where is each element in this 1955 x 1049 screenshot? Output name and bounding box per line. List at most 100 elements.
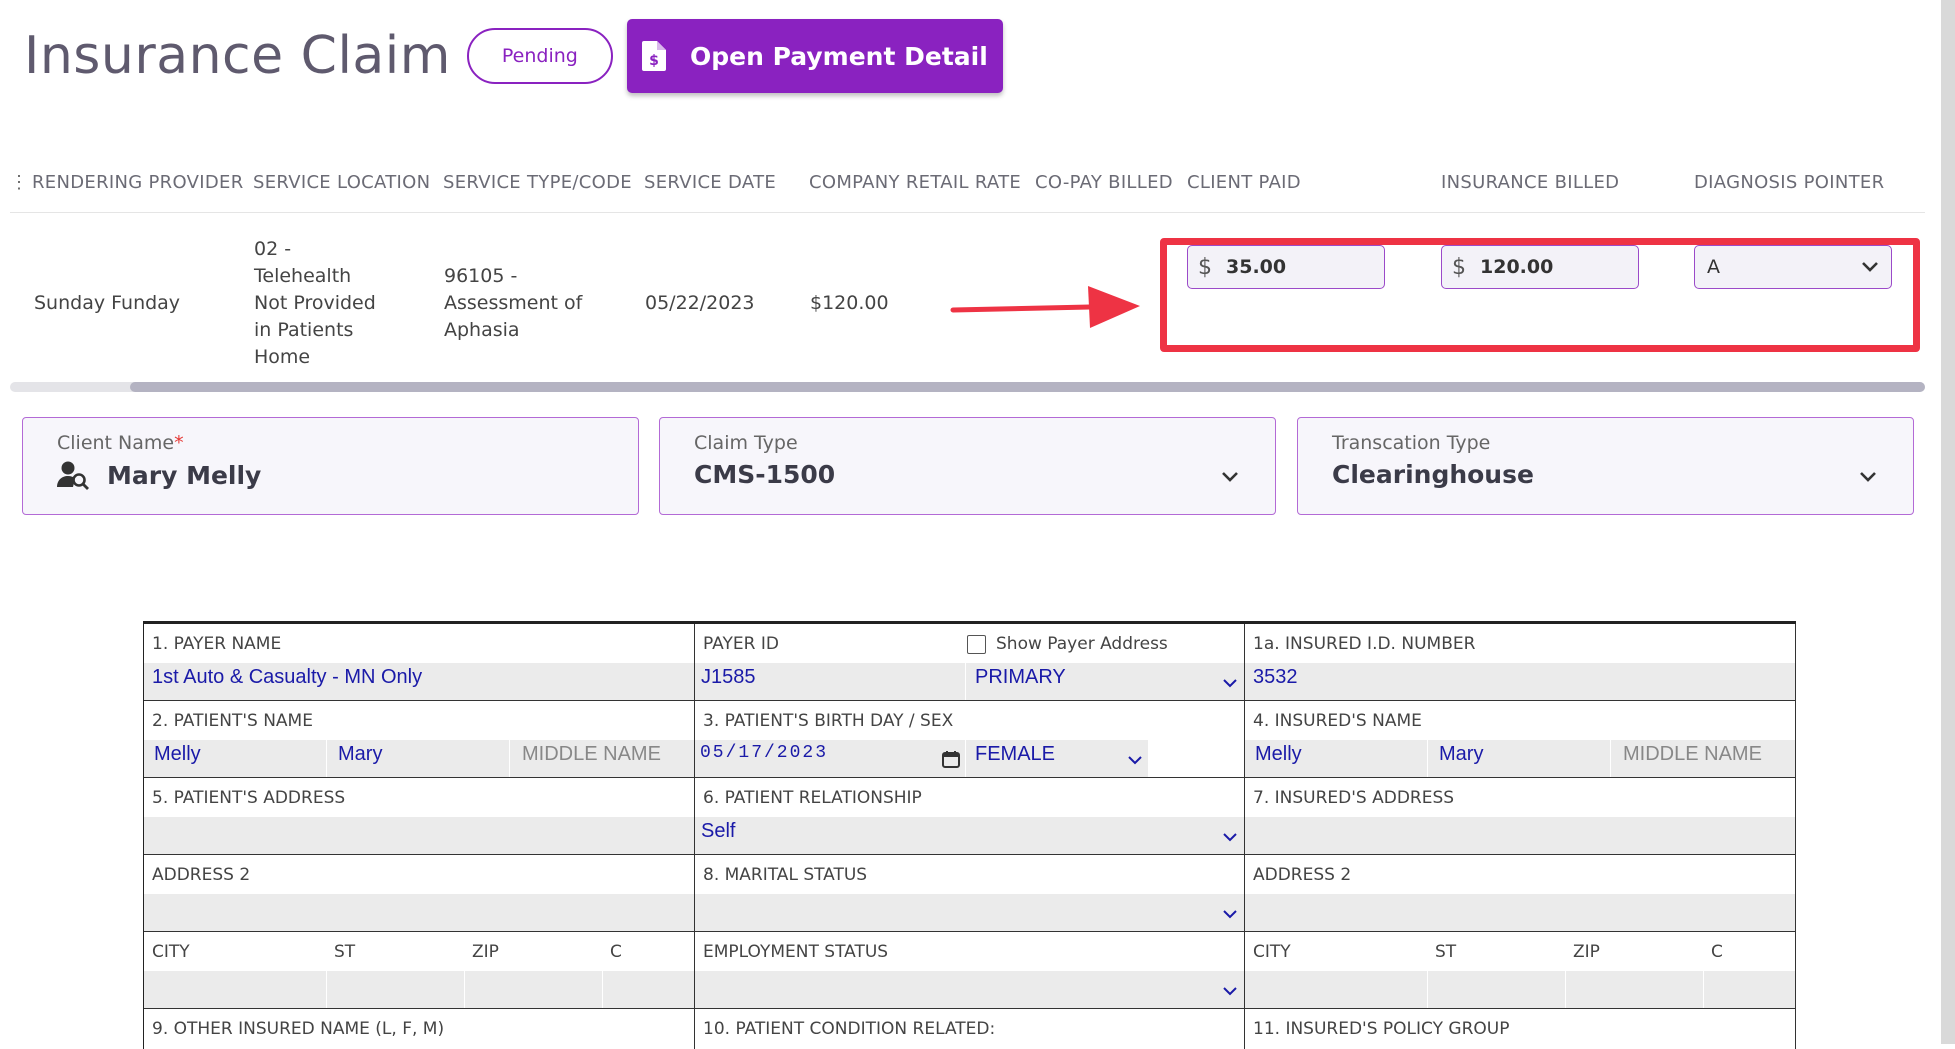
service-type-cell: 96105 - Assessment of Aphasia bbox=[444, 263, 582, 344]
payer-name-cell: 1. PAYER NAME 1st Auto & Casualty - MN O… bbox=[144, 624, 694, 700]
horizontal-scrollbar[interactable] bbox=[10, 382, 1925, 392]
insured-middle-name-input[interactable]: MIDDLE NAME bbox=[1623, 743, 1762, 766]
highlight-box bbox=[1160, 238, 1920, 352]
insured-first-name-input[interactable]: Mary bbox=[1439, 743, 1483, 766]
patient-middle-name-input[interactable]: MIDDLE NAME bbox=[522, 743, 661, 766]
insured-id-cell: 1a. INSURED I.D. NUMBER 3532 bbox=[1245, 624, 1795, 700]
client-name-value: Mary Melly bbox=[107, 460, 262, 490]
relationship-label: 6. PATIENT RELATIONSHIP bbox=[703, 788, 922, 808]
chevron-down-icon bbox=[1859, 468, 1877, 487]
birth-sex-label: 3. PATIENT'S BIRTH DAY / SEX bbox=[703, 711, 954, 731]
form-row: 2. PATIENT'S NAME Melly Mary MIDDLE NAME… bbox=[144, 701, 1796, 778]
form-row: 5. PATIENT'S ADDRESS 6. PATIENT RELATION… bbox=[144, 778, 1796, 855]
column-drag-handle-icon[interactable]: ⋮ bbox=[10, 172, 28, 193]
patient-last-name-input[interactable]: Melly bbox=[154, 743, 201, 766]
service-location-line: Not Provided bbox=[254, 292, 376, 314]
c-label: C bbox=[610, 942, 622, 962]
insured-name-inputs: Melly Mary MIDDLE NAME bbox=[1245, 740, 1795, 777]
sub-divider bbox=[326, 971, 327, 1008]
birth-sex-inputs: 05/17/2023 FEMALE bbox=[695, 740, 1148, 777]
sub-divider bbox=[602, 971, 603, 1008]
birth-date-input[interactable]: 05/17/2023 bbox=[700, 743, 828, 763]
payer-id-input[interactable]: J1585 PRIMARY bbox=[695, 663, 1244, 700]
user-search-icon bbox=[57, 460, 89, 490]
insured-id-input[interactable]: 3532 bbox=[1245, 663, 1795, 700]
address2-left-input[interactable] bbox=[144, 894, 694, 931]
city-label: CITY bbox=[152, 942, 190, 962]
service-date-cell: 05/22/2023 bbox=[645, 292, 755, 314]
condition-related-label: 10. PATIENT CONDITION RELATED: bbox=[703, 1019, 996, 1039]
claim-type-select[interactable]: Claim Type CMS-1500 bbox=[659, 417, 1276, 515]
sub-divider bbox=[464, 971, 465, 1008]
payer-name-value: 1st Auto & Casualty - MN Only bbox=[152, 666, 423, 688]
form-row: 1. PAYER NAME 1st Auto & Casualty - MN O… bbox=[144, 624, 1796, 701]
chevron-down-icon bbox=[1221, 468, 1239, 487]
payer-name-input[interactable]: 1st Auto & Casualty - MN Only bbox=[144, 663, 694, 700]
marital-status-select[interactable] bbox=[695, 894, 1244, 931]
patient-address-input[interactable] bbox=[144, 817, 694, 854]
claim-type-label: Claim Type bbox=[694, 432, 798, 454]
policy-group-label: 11. INSURED'S POLICY GROUP bbox=[1253, 1019, 1510, 1039]
zip-label: ZIP bbox=[472, 942, 499, 962]
other-insured-label: 9. OTHER INSURED NAME (L, F, M) bbox=[152, 1019, 445, 1039]
city-st-zip-inputs[interactable] bbox=[1245, 971, 1795, 1008]
employment-status-select[interactable] bbox=[695, 971, 1244, 1008]
show-payer-address-checkbox[interactable]: Show Payer Address bbox=[967, 634, 1168, 654]
zip-label: ZIP bbox=[1573, 942, 1600, 962]
transaction-type-value: Clearinghouse bbox=[1332, 460, 1534, 489]
payer-priority-select[interactable]: PRIMARY bbox=[975, 666, 1066, 689]
checkbox-icon[interactable] bbox=[967, 634, 986, 654]
claim-type-value: CMS-1500 bbox=[694, 460, 836, 489]
vertical-scrollbar[interactable] bbox=[1941, 0, 1955, 1044]
client-name-field[interactable]: Client Name* Mary Melly bbox=[22, 417, 639, 515]
city-left-cell: CITY ST ZIP C bbox=[144, 932, 694, 1008]
address2-label: ADDRESS 2 bbox=[1253, 865, 1352, 885]
sex-select[interactable]: FEMALE bbox=[975, 743, 1055, 766]
address2-right-cell: ADDRESS 2 bbox=[1245, 855, 1795, 931]
policy-group-cell: 11. INSURED'S POLICY GROUP bbox=[1245, 1009, 1795, 1049]
form-row: 9. OTHER INSURED NAME (L, F, M) 10. PATI… bbox=[144, 1009, 1796, 1049]
sub-divider bbox=[965, 663, 966, 700]
chevron-down-icon bbox=[1223, 906, 1237, 924]
col-copay-billed[interactable]: CO-PAY BILLED bbox=[1035, 172, 1173, 193]
sub-divider bbox=[509, 740, 510, 777]
col-insurance-billed[interactable]: INSURANCE BILLED bbox=[1441, 172, 1619, 193]
relationship-select[interactable]: Self bbox=[695, 817, 1244, 854]
col-diagnosis-pointer[interactable]: DIAGNOSIS POINTER bbox=[1694, 172, 1884, 193]
address2-left-cell: ADDRESS 2 bbox=[144, 855, 694, 931]
c-label: C bbox=[1711, 942, 1723, 962]
patient-name-cell: 2. PATIENT'S NAME Melly Mary MIDDLE NAME bbox=[144, 701, 694, 777]
service-location-cell: 02 - Telehealth Not Provided in Patients… bbox=[254, 236, 376, 371]
open-payment-detail-button[interactable]: $ Open Payment Detail bbox=[626, 19, 1003, 93]
sub-divider bbox=[1427, 740, 1428, 777]
condition-related-cell: 10. PATIENT CONDITION RELATED: bbox=[695, 1009, 1244, 1049]
city-st-zip-inputs[interactable] bbox=[144, 971, 694, 1008]
scrollbar-thumb[interactable] bbox=[130, 382, 1925, 392]
insured-name-cell: 4. INSURED'S NAME Melly Mary MIDDLE NAME bbox=[1245, 701, 1795, 777]
chevron-down-icon bbox=[1128, 752, 1142, 770]
rendering-provider-cell: Sunday Funday bbox=[34, 292, 181, 314]
transaction-type-select[interactable]: Transcation Type Clearinghouse bbox=[1297, 417, 1914, 515]
col-service-location[interactable]: SERVICE LOCATION bbox=[253, 172, 430, 193]
relationship-cell: 6. PATIENT RELATIONSHIP Self bbox=[695, 778, 1244, 854]
col-service-type[interactable]: SERVICE TYPE/CODE bbox=[443, 172, 632, 193]
patient-first-name-input[interactable]: Mary bbox=[338, 743, 382, 766]
insured-last-name-input[interactable]: Melly bbox=[1255, 743, 1302, 766]
col-service-date[interactable]: SERVICE DATE bbox=[644, 172, 776, 193]
insured-address-input[interactable] bbox=[1245, 817, 1795, 854]
annotation-arrow-icon bbox=[950, 282, 1142, 337]
service-type-line: Assessment of bbox=[444, 292, 583, 314]
col-client-paid[interactable]: CLIENT PAID bbox=[1187, 172, 1301, 193]
service-type-line: Aphasia bbox=[444, 319, 520, 341]
transaction-type-label: Transcation Type bbox=[1332, 432, 1491, 454]
sub-divider bbox=[1565, 971, 1566, 1008]
st-label: ST bbox=[334, 942, 356, 962]
patient-address-label: 5. PATIENT'S ADDRESS bbox=[152, 788, 346, 808]
calendar-icon[interactable] bbox=[942, 750, 960, 773]
col-rendering-provider[interactable]: RENDERING PROVIDER bbox=[32, 172, 244, 193]
col-company-retail-rate[interactable]: COMPANY RETAIL RATE bbox=[809, 172, 1021, 193]
service-location-line: in Patients bbox=[254, 319, 354, 341]
status-badge: Pending bbox=[466, 28, 613, 84]
address2-right-input[interactable] bbox=[1245, 894, 1795, 931]
birth-sex-cell: 3. PATIENT'S BIRTH DAY / SEX 05/17/2023 … bbox=[695, 701, 1244, 777]
